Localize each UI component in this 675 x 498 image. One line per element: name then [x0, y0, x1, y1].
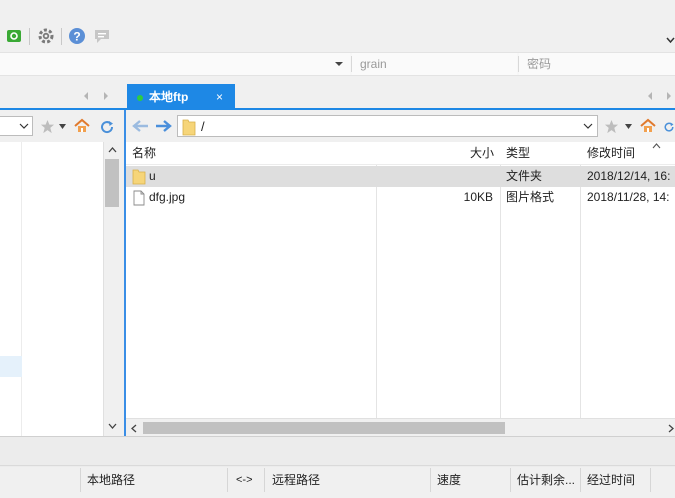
queue-column-divider — [650, 468, 651, 492]
scroll-left-icon[interactable] — [129, 422, 139, 434]
tab-close-icon[interactable]: × — [216, 90, 223, 104]
gear-icon[interactable] — [37, 27, 55, 45]
message-icon[interactable] — [93, 27, 111, 45]
toolbar-separator — [61, 28, 62, 45]
right-tabs-prev-icon[interactable] — [645, 90, 655, 102]
column-header-name[interactable]: 名称 — [132, 142, 156, 165]
column-header-modified[interactable]: 修改时间 — [587, 142, 635, 165]
column-header-size[interactable]: 大小 — [470, 142, 494, 165]
file-modified: 2018/12/14, 16: — [587, 169, 671, 183]
forward-arrow-icon[interactable] — [154, 117, 174, 135]
remote-bookmark-star-icon[interactable] — [603, 118, 619, 134]
tab-local-ftp[interactable]: 本地ftp × — [127, 84, 235, 110]
remote-home-icon[interactable] — [640, 118, 656, 134]
password-field[interactable]: 密码 — [519, 53, 675, 75]
connection-bar: grain 密码 — [0, 52, 675, 76]
table-row[interactable]: u 文件夹 2018/12/14, 16: — [126, 166, 675, 187]
host-field[interactable] — [0, 53, 350, 75]
remote-file-list[interactable]: 名称 大小 类型 修改时间 u 文件夹 2018/12/14, 16: dfg.… — [126, 142, 675, 436]
queue-toolbar — [0, 437, 675, 466]
app-green-icon[interactable] — [6, 28, 22, 44]
folder-icon — [131, 167, 147, 186]
file-size — [456, 166, 493, 187]
queue-column-divider — [430, 468, 431, 492]
column-header-type[interactable]: 类型 — [506, 142, 530, 165]
file-name: dfg.jpg — [149, 190, 186, 204]
file-icon — [132, 188, 146, 207]
help-icon[interactable]: ? — [68, 27, 86, 45]
remote-path-dropdown-icon[interactable] — [582, 121, 594, 131]
toolbar-separator — [29, 28, 30, 45]
local-vertical-scrollbar[interactable] — [103, 142, 120, 436]
local-refresh-icon[interactable] — [98, 118, 115, 135]
scroll-down-icon[interactable] — [107, 420, 117, 432]
table-row[interactable]: dfg.jpg 10KB 图片格式 2018/11/28, 14: — [126, 187, 675, 208]
file-size: 10KB — [463, 190, 493, 204]
queue-column-divider — [580, 468, 581, 492]
queue-header-direction[interactable]: <-> — [236, 470, 253, 490]
file-type: 图片格式 — [506, 190, 555, 204]
local-nav-bar — [0, 110, 120, 142]
local-column-divider — [21, 142, 22, 436]
username-field[interactable]: grain — [352, 53, 517, 75]
remote-horizontal-scrollbar[interactable] — [126, 418, 675, 436]
tab-row — [0, 76, 675, 110]
tab-label: 本地ftp — [149, 90, 189, 104]
local-path-dropdown-icon[interactable] — [18, 121, 30, 131]
folder-icon — [181, 117, 197, 136]
queue-column-divider — [80, 468, 81, 492]
local-selected-row[interactable] — [0, 356, 22, 377]
queue-header-elapsed[interactable]: 经过时间 — [587, 470, 635, 490]
local-pane — [0, 110, 120, 436]
left-tabs-next-icon[interactable] — [101, 90, 111, 102]
local-bookmark-dropdown-icon[interactable] — [58, 122, 66, 130]
scroll-up-icon[interactable] — [107, 144, 117, 156]
left-tabs-prev-icon[interactable] — [81, 90, 91, 102]
column-header-row: 名称 大小 类型 修改时间 — [126, 142, 675, 165]
queue-column-divider — [510, 468, 511, 492]
remote-scrollbar-thumb[interactable] — [143, 422, 505, 434]
queue-header-local-path[interactable]: 本地路径 — [87, 470, 135, 490]
connection-status-dot — [137, 95, 143, 101]
sort-caret-icon — [650, 142, 662, 150]
remote-path-field[interactable]: / — [177, 115, 598, 137]
svg-text:?: ? — [73, 30, 80, 44]
file-name: u — [149, 169, 156, 183]
scroll-right-icon[interactable] — [668, 422, 675, 434]
queue-header-speed[interactable]: 速度 — [437, 470, 461, 490]
queue-column-divider — [227, 468, 228, 492]
remote-path-text: / — [201, 119, 205, 134]
host-dropdown-arrow-icon[interactable] — [334, 59, 344, 69]
toolbar: ? — [0, 0, 675, 52]
local-home-icon[interactable] — [74, 118, 90, 134]
queue-column-divider — [264, 468, 265, 492]
remote-bookmark-dropdown-icon[interactable] — [624, 122, 632, 130]
queue-header-eta[interactable]: 估计剩余... — [517, 470, 575, 490]
collapse-caret-icon[interactable] — [666, 34, 675, 46]
local-file-list[interactable] — [0, 142, 103, 436]
local-bookmark-star-icon[interactable] — [39, 118, 55, 134]
right-tabs-next-icon[interactable] — [664, 90, 674, 102]
file-modified: 2018/11/28, 14: — [587, 190, 670, 204]
back-arrow-icon[interactable] — [130, 117, 150, 135]
queue-header-remote-path[interactable]: 远程路径 — [272, 470, 320, 490]
local-scrollbar-thumb[interactable] — [105, 159, 119, 207]
remote-refresh-icon[interactable] — [663, 118, 675, 135]
file-type: 文件夹 — [506, 169, 543, 183]
remote-pane: / 名称 大小 类型 修改时间 u 文件夹 2018/12/14, 16: df… — [124, 110, 675, 436]
remote-nav-bar: / — [126, 110, 675, 142]
